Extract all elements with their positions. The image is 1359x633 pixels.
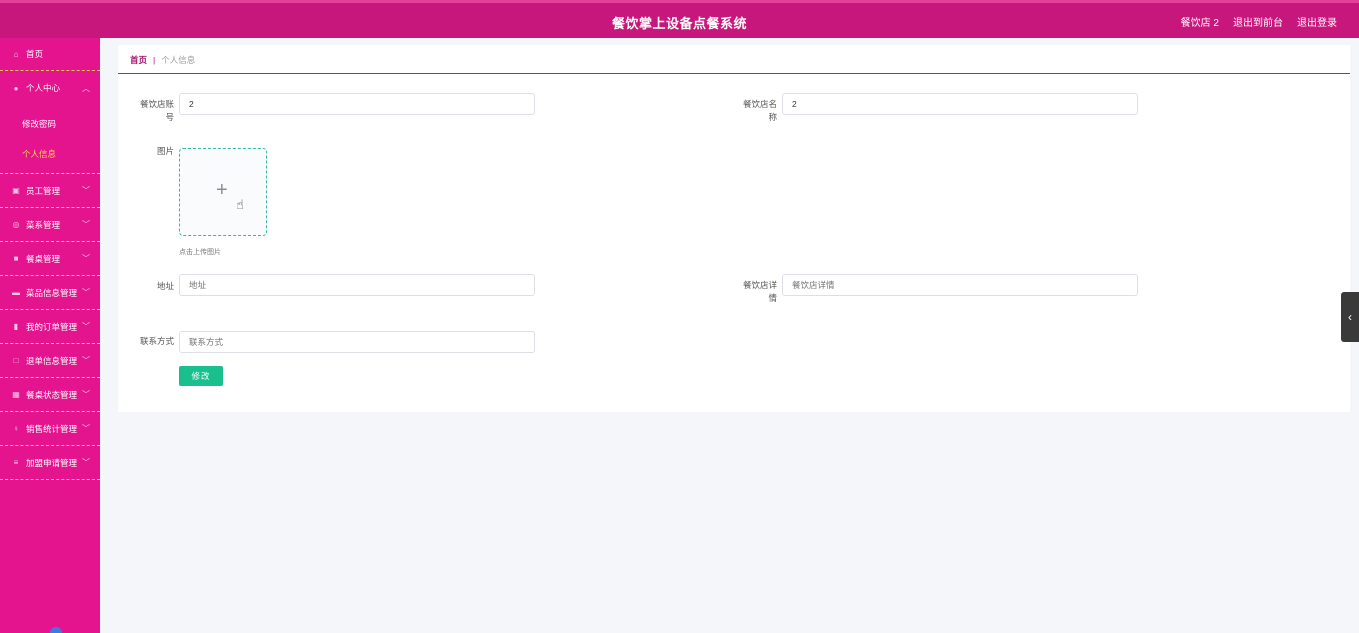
sidebar-item-staff[interactable]: ▣ 员工管理 ﹀ <box>0 174 100 208</box>
list-icon: ≡ <box>13 458 19 467</box>
submenu-personal-center: 修改密码 个人信息 <box>0 105 100 174</box>
to-front-link[interactable]: 退出到前台 <box>1233 14 1283 29</box>
chevron-down-icon: ﹀ <box>82 356 90 365</box>
chevron-down-icon: ﹀ <box>82 288 90 297</box>
breadcrumb-current: 个人信息 <box>161 55 196 65</box>
chevron-up-icon: ︿ <box>82 83 90 93</box>
sidebar-item-home[interactable]: ⌂ 首页 <box>0 38 100 71</box>
name-input[interactable] <box>782 93 1138 115</box>
grid-icon: ▦ <box>12 390 20 399</box>
sidebar-item-dishes[interactable]: ▬ 菜品信息管理 ﹀ <box>0 276 100 310</box>
chevron-down-icon: ﹀ <box>82 186 90 195</box>
sidebar-item-label: 销售统计管理 <box>26 423 78 434</box>
sidebar-item-label: 员工管理 <box>26 185 61 196</box>
message-icon: ▬ <box>12 288 20 297</box>
sidebar-item-label: 首页 <box>26 49 44 59</box>
account-input[interactable] <box>179 93 535 115</box>
sidebar-subitem-personal-info[interactable]: 个人信息 <box>0 139 100 169</box>
sidebar-item-cuisine[interactable]: ◎ 菜系管理 ﹀ <box>0 208 100 242</box>
collapse-panel-button[interactable]: ‹ <box>1341 292 1359 342</box>
upload-tip: 点击上传图片 <box>179 249 221 256</box>
address-label: 地址 <box>156 281 174 291</box>
sidebar-item-label: 退单信息管理 <box>26 355 78 366</box>
sidebar-item-label: 个人中心 <box>26 83 61 93</box>
submit-button[interactable]: 修改 <box>179 366 223 386</box>
sidebar-item-franchise[interactable]: ≡ 加盟申请管理 ﹀ <box>0 446 100 480</box>
address-input[interactable] <box>179 274 535 296</box>
app-title: 餐饮掌上设备点餐系统 <box>611 16 747 31</box>
chevron-down-icon: ﹀ <box>82 390 90 399</box>
sidebar: ⌂ 首页 ● 个人中心 ︿ 修改密码 个人信息 ▣ 员工管理 ﹀ ◎ 菜系管理 … <box>0 38 100 633</box>
breadcrumb: 首页 | 个人信息 <box>130 54 195 66</box>
sidebar-item-tables[interactable]: ■ 餐桌管理 ﹀ <box>0 242 100 276</box>
square-icon: □ <box>13 356 19 365</box>
detail-label: 餐饮店详情 <box>742 280 777 303</box>
home-icon: ⌂ <box>13 49 19 59</box>
detail-input[interactable] <box>782 274 1138 296</box>
mic-icon: ♀ <box>13 424 19 433</box>
account-label: 餐饮店账号 <box>139 99 174 122</box>
chevron-down-icon: ﹀ <box>82 254 90 263</box>
hand-cursor-icon: ☝ <box>236 197 244 212</box>
sidebar-item-personal-center[interactable]: ● 个人中心 ︿ <box>0 71 100 105</box>
contact-label: 联系方式 <box>139 336 174 346</box>
breadcrumb-separator: | <box>153 55 156 65</box>
sidebar-item-orders[interactable]: ▮ 我的订单管理 ﹀ <box>0 310 100 344</box>
chevron-down-icon: ﹀ <box>82 458 90 467</box>
logout-link[interactable]: 退出登录 <box>1297 14 1337 29</box>
briefcase-icon: ▣ <box>12 186 20 195</box>
user-icon: ● <box>13 83 19 93</box>
top-header: 餐饮掌上设备点餐系统 餐饮店 2 退出到前台 退出登录 <box>0 0 1359 38</box>
sidebar-item-refunds[interactable]: □ 退单信息管理 ﹀ <box>0 344 100 378</box>
breadcrumb-divider <box>118 73 1350 74</box>
bar-chart-icon: ▮ <box>13 322 19 331</box>
table-icon: ■ <box>13 254 19 263</box>
scroll-dot-icon <box>50 627 62 633</box>
breadcrumb-home[interactable]: 首页 <box>130 54 147 66</box>
sidebar-item-label: 菜系管理 <box>26 219 61 230</box>
chevron-down-icon: ﹀ <box>82 424 90 433</box>
contact-input[interactable] <box>179 331 535 353</box>
user-label[interactable]: 餐饮店 2 <box>1181 14 1219 29</box>
name-label: 餐饮店名称 <box>742 99 777 122</box>
image-upload[interactable]: + ☝ <box>179 148 267 236</box>
sidebar-item-label: 餐桌管理 <box>26 253 61 264</box>
sidebar-item-table-status[interactable]: ▦ 餐桌状态管理 ﹀ <box>0 378 100 412</box>
header-nav: 餐饮店 2 退出到前台 退出登录 <box>1181 14 1337 29</box>
sidebar-item-label: 加盟申请管理 <box>26 457 78 468</box>
image-label: 图片 <box>156 146 174 156</box>
sidebar-item-label: 菜品信息管理 <box>26 287 78 298</box>
sidebar-subitem-label: 修改密码 <box>22 119 57 129</box>
sidebar-item-sales[interactable]: ♀ 销售统计管理 ﹀ <box>0 412 100 446</box>
sidebar-item-label: 我的订单管理 <box>26 321 78 332</box>
chevron-down-icon: ﹀ <box>82 220 90 229</box>
globe-icon: ◎ <box>12 220 20 229</box>
sidebar-subitem-label: 个人信息 <box>22 149 57 159</box>
plus-icon: + <box>216 179 228 201</box>
sidebar-item-label: 餐桌状态管理 <box>26 389 78 400</box>
chevron-down-icon: ﹀ <box>82 322 90 331</box>
profile-card: 首页 | 个人信息 餐饮店账号 餐饮店名称 图片 + ☝ 点击上传图片 地址 餐… <box>118 45 1350 412</box>
chevron-left-icon: ‹ <box>1348 310 1352 324</box>
sidebar-subitem-change-password[interactable]: 修改密码 <box>0 109 100 139</box>
